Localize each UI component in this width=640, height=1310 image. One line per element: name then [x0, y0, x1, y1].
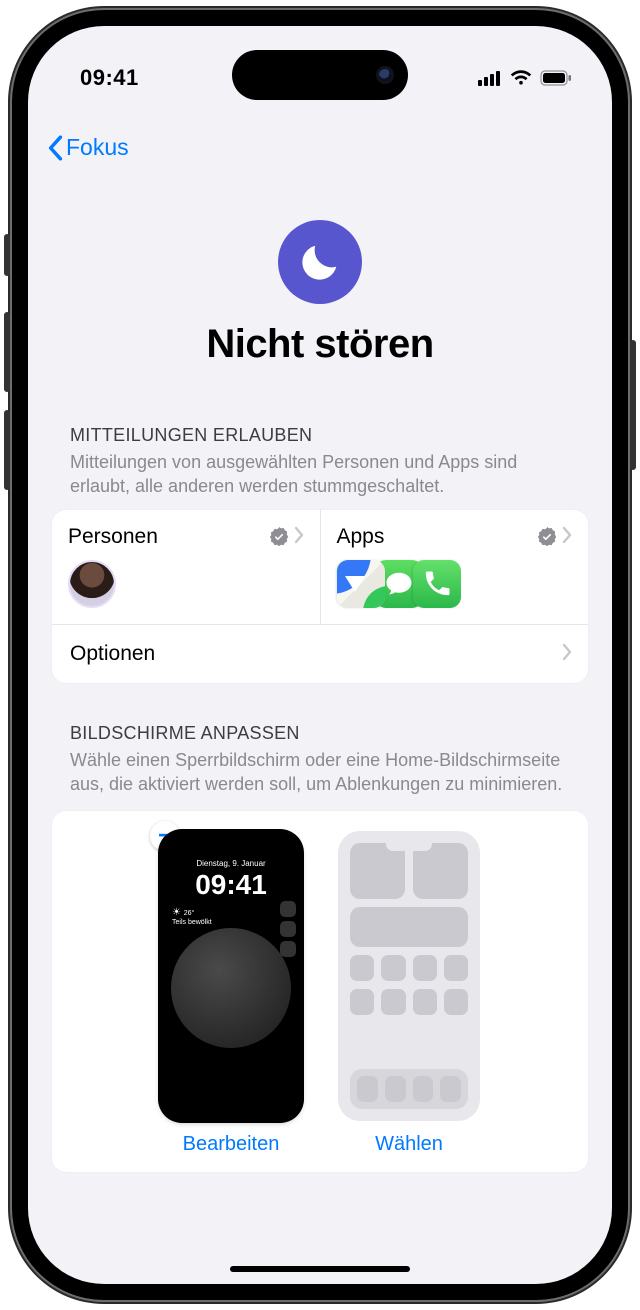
iphone-device-frame: 09:41 Fokus Nicht stören MITTEILUNGEN ER… — [0, 0, 640, 1310]
allow-notifications-card: Personen Apps — [52, 510, 588, 683]
chevron-right-icon — [294, 524, 304, 550]
phone-app-icon — [413, 560, 461, 608]
focus-mode-icon — [278, 220, 362, 304]
screen: 09:41 Fokus Nicht stören MITTEILUNGEN ER… — [28, 26, 612, 1284]
verified-badge-icon — [536, 526, 558, 548]
allow-section-description: Mitteilungen von ausgewählten Personen u… — [70, 450, 570, 499]
edit-lock-screen-button[interactable]: Bearbeiten — [183, 1133, 280, 1156]
home-screen-thumbnail[interactable] — [338, 831, 480, 1121]
verified-badge-icon — [268, 526, 290, 548]
status-icons — [478, 70, 572, 86]
options-row[interactable]: Optionen — [52, 625, 588, 683]
apps-cell[interactable]: Apps — [320, 510, 589, 625]
battery-icon — [540, 70, 572, 86]
home-indicator[interactable] — [230, 1266, 410, 1272]
allow-section-heading: MITTEILUNGEN ERLAUBEN — [70, 425, 570, 446]
content-scroll[interactable]: Fokus Nicht stören MITTEILUNGEN ERLAUBEN… — [28, 122, 612, 1284]
cellular-icon — [478, 70, 502, 86]
thumb-time: 09:41 — [160, 869, 302, 901]
page-title: Nicht stören — [52, 322, 588, 367]
options-label: Optionen — [70, 642, 155, 666]
wifi-icon — [510, 70, 532, 86]
choose-home-screen-button[interactable]: Wählen — [375, 1133, 443, 1156]
people-label: Personen — [68, 525, 268, 549]
back-label: Fokus — [66, 134, 129, 161]
apps-label: Apps — [337, 525, 537, 549]
home-screen-column: Wählen — [338, 831, 480, 1156]
volume-up-button — [4, 312, 10, 392]
thumb-weather-widget: ☀ 26° Teils bewölkt — [172, 907, 212, 927]
chevron-left-icon — [46, 135, 64, 161]
dynamic-island — [232, 50, 408, 100]
people-cell[interactable]: Personen — [52, 510, 320, 625]
chevron-right-icon — [562, 524, 572, 550]
thumb-date: Dienstag, 9. Januar — [160, 859, 302, 868]
page-header: Nicht stören — [52, 220, 588, 367]
side-button — [630, 340, 636, 470]
mute-switch — [4, 234, 10, 276]
back-button[interactable]: Fokus — [46, 134, 129, 161]
customize-screens-card: − Dienstag, 9. Januar 09:41 ☀ 26° Teils … — [52, 811, 588, 1172]
thumb-side-widgets — [280, 901, 296, 957]
allowed-apps-list — [337, 560, 573, 608]
chevron-right-icon — [562, 641, 572, 667]
screens-section-description: Wähle einen Sperrbildschirm oder eine Ho… — [70, 748, 570, 797]
front-camera-icon — [376, 66, 394, 84]
maps-app-icon — [337, 560, 385, 608]
moon-icon — [297, 239, 343, 285]
contact-avatar — [68, 560, 116, 608]
lock-screen-column: − Dienstag, 9. Januar 09:41 ☀ 26° Teils … — [160, 831, 302, 1156]
volume-down-button — [4, 410, 10, 490]
status-time: 09:41 — [80, 65, 139, 91]
lock-screen-thumbnail[interactable]: Dienstag, 9. Januar 09:41 ☀ 26° Teils be… — [160, 831, 302, 1121]
screens-section-heading: BILDSCHIRME ANPASSEN — [70, 723, 570, 744]
